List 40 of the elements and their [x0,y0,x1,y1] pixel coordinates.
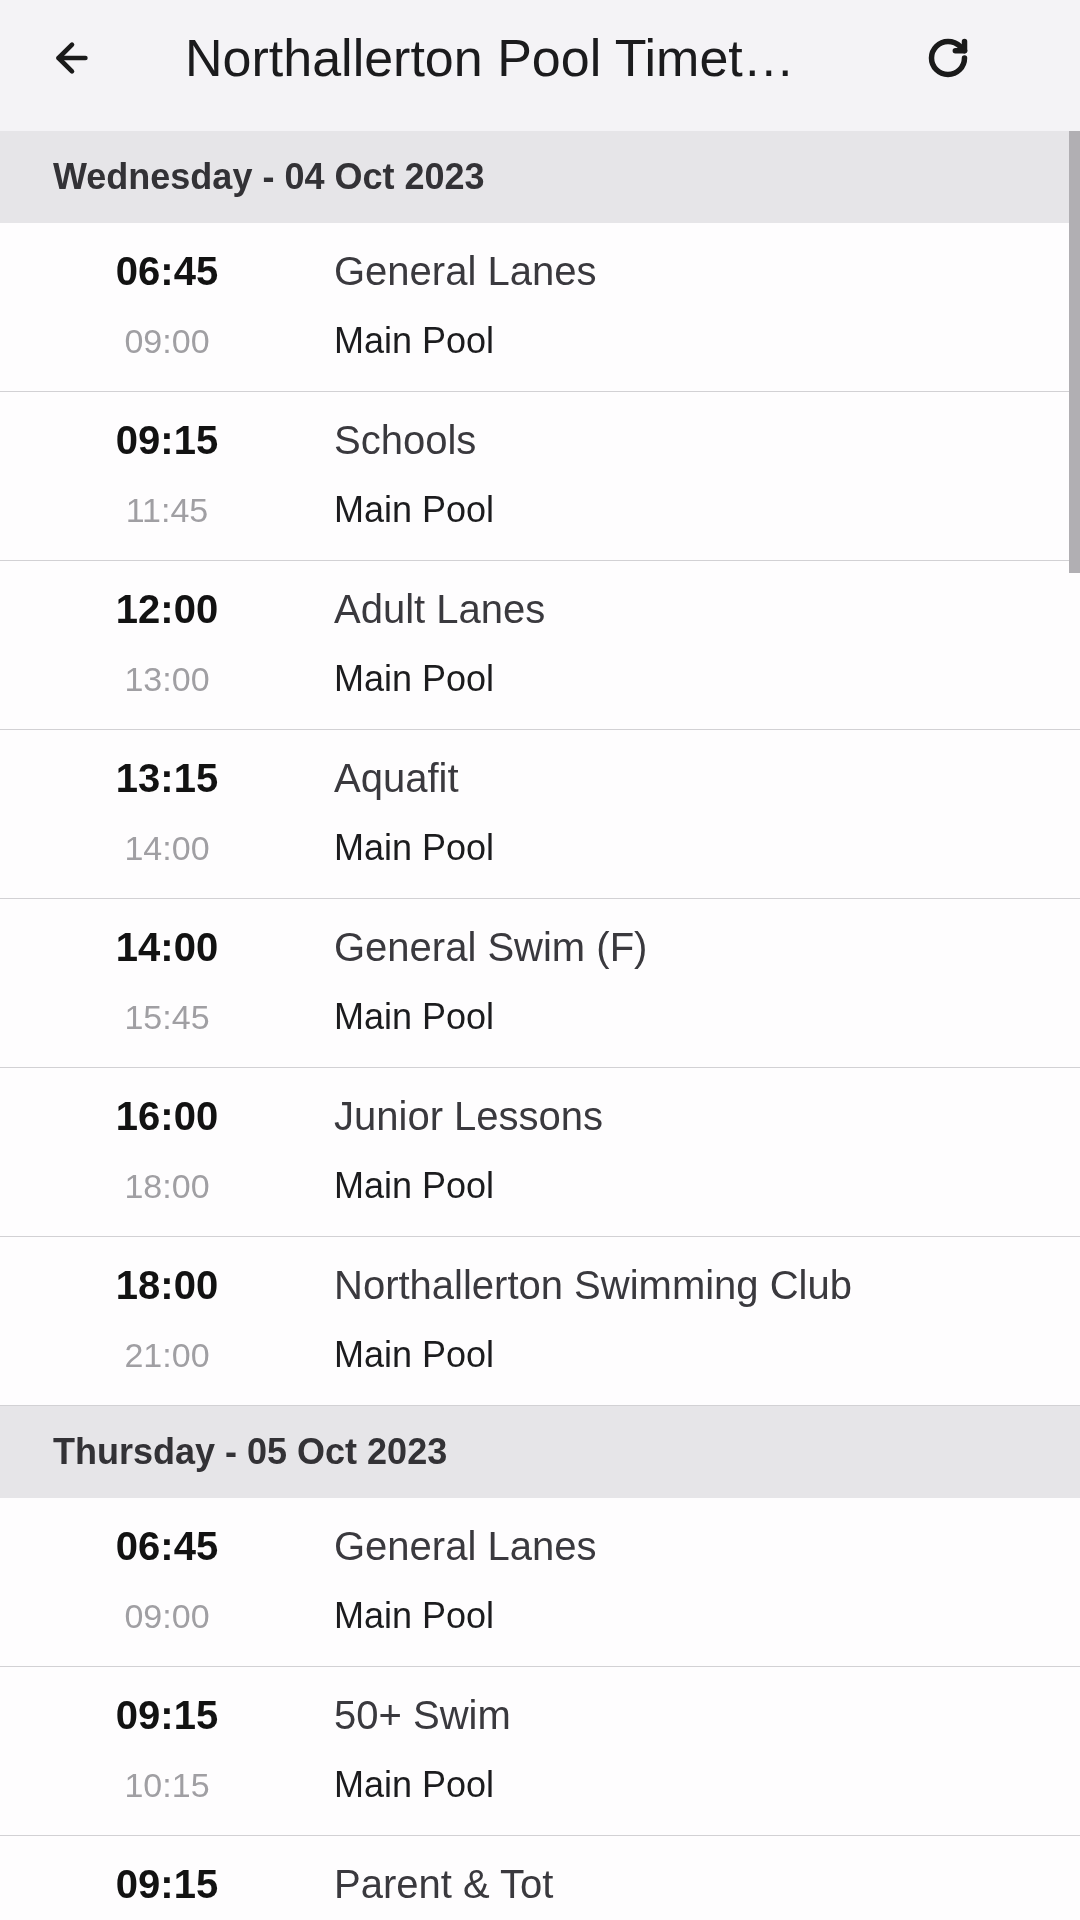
activity-name: Adult Lanes [334,585,547,633]
activity-name: Northallerton Swimming Club [334,1261,853,1309]
location-name: Main Pool [334,319,496,363]
day-header: Thursday - 05 Oct 2023 [0,1406,1080,1498]
end-time: 09:00 [123,320,211,362]
end-time: 14:00 [123,827,211,869]
activity-name: General Lanes [334,247,598,295]
location-name: Main Pool [334,1333,496,1377]
end-time: 10:15 [123,1764,211,1806]
location-name: Main Pool [334,657,496,701]
activity-name: Schools [334,416,478,464]
end-time: 15:45 [123,996,211,1038]
screen-title: Northallerton Pool Timet… [185,27,796,88]
activity-name: General Lanes [334,1522,598,1570]
start-time: 09:15 [114,416,220,464]
end-time: 11:45 [124,489,210,531]
end-time: 09:00 [123,1595,211,1637]
start-time: 06:45 [114,1522,220,1570]
location-name: Main Pool [334,1763,496,1807]
start-time: 16:00 [114,1092,220,1140]
start-time: 09:15 [114,1860,220,1908]
start-time: 18:00 [114,1261,220,1309]
end-time: 13:00 [123,658,211,700]
location-name: Main Pool [334,1164,496,1208]
activity-name: 50+ Swim [334,1691,512,1739]
location-name: Main Pool [334,826,496,870]
start-time: 13:15 [114,754,220,802]
location-name: Main Pool [334,488,496,532]
activity-name: Aquafit [334,754,460,802]
start-time: 12:00 [114,585,220,633]
start-time: 06:45 [114,247,220,295]
activity-name: General Swim (F) [334,923,649,971]
start-time: 09:15 [114,1691,220,1739]
end-time: 21:00 [123,1334,211,1376]
activity-name: Parent & Tot [334,1860,555,1908]
end-time: 18:00 [123,1165,211,1207]
location-name: Main Pool [334,1594,496,1638]
location-name: Main Pool [334,995,496,1039]
activity-name: Junior Lessons [334,1092,605,1140]
start-time: 14:00 [114,923,220,971]
